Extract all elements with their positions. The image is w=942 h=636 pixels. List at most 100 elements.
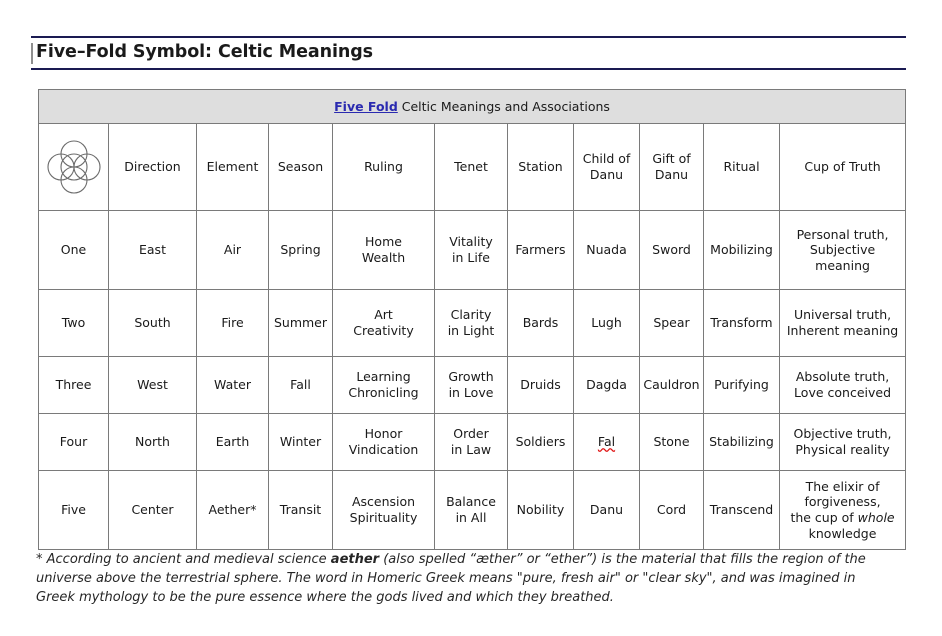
cell-tenet-line1: Growth <box>448 369 494 385</box>
footnote: * According to ancient and medieval scie… <box>36 551 891 608</box>
cell-cup-line3: the cup of whole <box>790 510 895 525</box>
cell-direction: Center <box>108 470 197 550</box>
cell-ruling-line2: Chronicling <box>348 385 419 400</box>
cell-ruling: Honor Vindication <box>332 413 435 471</box>
cell-ruling: Home Wealth <box>332 210 435 290</box>
document-page: Five–Fold Symbol: Celtic Meanings Five F… <box>0 0 942 636</box>
footnote-bold-term: aether <box>330 552 380 567</box>
column-header-station: Station <box>507 123 574 211</box>
cell-ritual: Stabilizing <box>703 413 780 471</box>
cell-cup-line2: forgiveness, <box>804 494 881 510</box>
cell-element: Fire <box>196 289 269 357</box>
cell-tenet-line1: Order <box>453 426 489 442</box>
cell-season: Winter <box>268 413 333 471</box>
cell-tenet-line2: in All <box>455 510 487 525</box>
row-number: Two <box>38 289 109 357</box>
cell-cup-emphasis: whole <box>857 510 895 525</box>
column-header-child-of-danu-line2: Danu <box>589 167 624 182</box>
cell-ruling-line1: Art <box>374 307 393 323</box>
cell-tenet: Clarity in Light <box>434 289 508 357</box>
title-block: Five–Fold Symbol: Celtic Meanings <box>31 36 906 70</box>
cell-element: Earth <box>196 413 269 471</box>
cell-cup-of-truth: The elixir of forgiveness, the cup of wh… <box>778 470 907 550</box>
five-fold-symbol-cell <box>38 123 109 211</box>
cell-cup-line1: Personal truth, <box>796 226 889 242</box>
page-title: Five–Fold Symbol: Celtic Meanings <box>36 42 373 63</box>
cell-ritual: Transform <box>703 289 780 357</box>
cell-cup-line1: The elixir of <box>805 478 880 494</box>
table-caption-text: Celtic Meanings and Associations <box>397 98 610 114</box>
table-row: One East Air Spring Home Wealth Vitality… <box>38 210 907 290</box>
five-fold-circles-icon <box>42 136 105 198</box>
cell-tenet-line2: in Law <box>450 442 492 457</box>
cell-cup-line1: Universal truth, <box>793 307 892 323</box>
column-header-gift-of-danu-line2: Danu <box>654 167 689 182</box>
table-row: Two South Fire Summer Art Creativity Cla… <box>38 289 907 357</box>
column-header-gift-of-danu: Gift of Danu <box>639 123 704 211</box>
cell-element: Water <box>196 356 269 414</box>
table-container: Five Fold Celtic Meanings and Associatio… <box>37 89 907 550</box>
cell-station: Bards <box>507 289 574 357</box>
row-number: Five <box>38 470 109 550</box>
table-row: Four North Earth Winter Honor Vindicatio… <box>38 413 907 471</box>
cell-station: Druids <box>507 356 574 414</box>
cell-cup-line2: Subjective <box>809 242 876 258</box>
column-header-ritual: Ritual <box>703 123 780 211</box>
column-header-ruling: Ruling <box>332 123 435 211</box>
cell-gift-of-danu: Cauldron <box>639 356 704 414</box>
cell-child-of-danu: Fal <box>573 413 640 471</box>
cell-season: Spring <box>268 210 333 290</box>
cell-child-of-danu: Dagda <box>573 356 640 414</box>
cell-direction: West <box>108 356 197 414</box>
column-header-element: Element <box>196 123 269 211</box>
cell-tenet: Order in Law <box>434 413 508 471</box>
row-number: Four <box>38 413 109 471</box>
cell-cup-line3: meaning <box>815 257 870 273</box>
title-rule-bottom <box>31 68 906 70</box>
celtic-meanings-table: Five Fold Celtic Meanings and Associatio… <box>37 89 907 550</box>
cell-station: Farmers <box>507 210 574 290</box>
cell-tenet: Vitality in Life <box>434 210 508 290</box>
cell-gift-of-danu: Cord <box>639 470 704 550</box>
five-fold-link[interactable]: Five Fold <box>334 99 398 114</box>
column-header-direction: Direction <box>108 123 197 211</box>
cell-cup-of-truth: Absolute truth, Love conceived <box>778 356 907 414</box>
cell-direction: North <box>108 413 197 471</box>
cell-ritual: Mobilizing <box>703 210 780 290</box>
column-header-child-of-danu: Child of Danu <box>573 123 640 211</box>
cell-station: Soldiers <box>507 413 574 471</box>
column-header-tenet: Tenet <box>434 123 508 211</box>
cell-gift-of-danu: Sword <box>639 210 704 290</box>
footnote-lead: * According to ancient and medieval scie… <box>36 552 331 567</box>
cell-season: Fall <box>268 356 333 414</box>
table-row: Three West Water Fall Learning Chronicli… <box>38 356 907 414</box>
cell-cup-line2: Love conceived <box>794 385 892 400</box>
cell-ruling-line2: Wealth <box>361 250 406 265</box>
table-caption-row: Five Fold Celtic Meanings and Associatio… <box>37 89 907 124</box>
cell-ruling-line2: Creativity <box>353 323 414 338</box>
row-number: One <box>38 210 109 290</box>
cell-cup-line4: knowledge <box>808 525 877 541</box>
cell-tenet-line2: in Life <box>452 250 490 265</box>
row-number: Three <box>38 356 109 414</box>
cell-child-of-danu: Danu <box>573 470 640 550</box>
cell-season: Summer <box>268 289 333 357</box>
cell-child-of-danu: Nuada <box>573 210 640 290</box>
table-header-row: Direction Element Season Ruling Tenet St… <box>38 123 907 211</box>
cell-station: Nobility <box>507 470 574 550</box>
cell-ruling-line2: Spirituality <box>349 510 418 525</box>
cell-gift-of-danu: Stone <box>639 413 704 471</box>
cell-ritual: Transcend <box>703 470 780 550</box>
cell-cup-line2: Inherent meaning <box>786 323 899 338</box>
cell-direction: South <box>108 289 197 357</box>
cell-ruling: Art Creativity <box>332 289 435 357</box>
cell-tenet: Balance in All <box>434 470 508 550</box>
cell-tenet-line1: Clarity <box>450 307 492 323</box>
cell-ruling: Ascension Spirituality <box>332 470 435 550</box>
cell-cup-of-truth: Personal truth, Subjective meaning <box>778 210 907 290</box>
column-header-gift-of-danu-line1: Gift of <box>652 151 691 167</box>
cell-element: Air <box>196 210 269 290</box>
cell-ruling-line2: Vindication <box>348 442 419 457</box>
cell-cup-line2: Physical reality <box>795 442 890 457</box>
cell-child-of-danu: Lugh <box>573 289 640 357</box>
